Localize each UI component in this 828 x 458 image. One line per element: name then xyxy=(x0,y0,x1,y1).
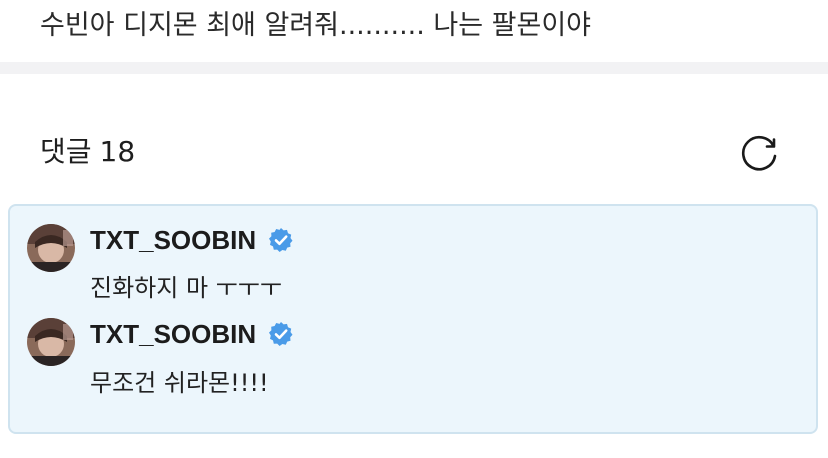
reply-text: 진화하지 마 ㅜㅜㅜ xyxy=(90,274,282,302)
comments-label: 댓글 xyxy=(40,135,92,168)
comments-count: 18 xyxy=(99,135,136,168)
reply-author[interactable]: TXT_SOOBIN xyxy=(90,225,256,255)
verified-badge-icon xyxy=(269,228,293,252)
reply-thread: TXT_SOOBIN 진화하지 마 ㅜㅜㅜ TXT_SOOBIN 무조건 쉬라몬… xyxy=(8,204,818,434)
avatar-image xyxy=(27,224,75,272)
refresh-icon xyxy=(741,136,777,171)
avatar[interactable] xyxy=(27,224,75,272)
section-divider xyxy=(0,62,828,74)
avatar-image xyxy=(27,318,75,366)
refresh-button[interactable] xyxy=(739,132,781,174)
reply-text: 무조건 쉬라몬!!!! xyxy=(90,369,269,397)
post-text: 수빈아 디지몬 최애 알려줘.......... 나는 팔몬이야 xyxy=(40,10,592,41)
reply-author[interactable]: TXT_SOOBIN xyxy=(90,319,256,349)
avatar[interactable] xyxy=(27,318,75,366)
verified-badge-icon xyxy=(269,322,293,346)
comments-header: 댓글 18 xyxy=(40,132,135,172)
